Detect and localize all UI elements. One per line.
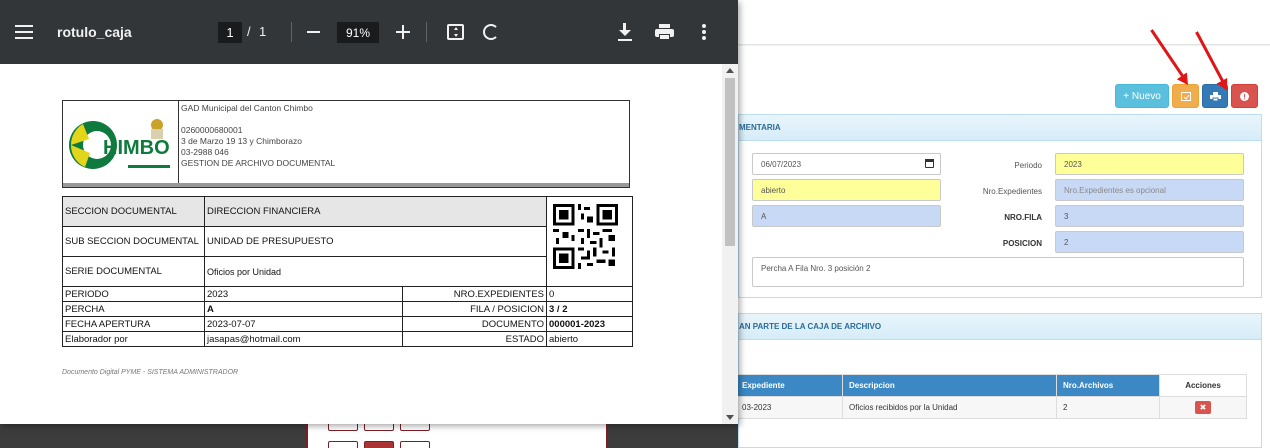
fecha-apertura-input[interactable]: 06/07/2023: [752, 153, 941, 175]
calendar-icon[interactable]: [925, 159, 934, 168]
document-footer: Documento Digital PYME - SISTEMA ADMINIS…: [62, 369, 239, 376]
scroll-up-icon[interactable]: [726, 68, 734, 73]
cell-descripcion: Oficios recibidos por la Unidad: [842, 396, 1057, 419]
periodo-label: Periodo: [1014, 161, 1042, 170]
col-expediente[interactable]: Expediente: [735, 374, 843, 397]
cell-archivos: 2: [1056, 396, 1160, 419]
table-header-row: Expediente Descripcion Nro.Archivos Acci…: [735, 374, 1247, 397]
posicion-field[interactable]: 2: [1055, 231, 1244, 253]
table-row: SECCION DOCUMENTAL DIRECCION FINANCIERA: [62, 196, 633, 287]
col-descripcion[interactable]: Descripcion: [842, 374, 1057, 397]
value-cell: Oficios por Unidad: [204, 256, 547, 287]
descripcion-textarea[interactable]: Percha A Fila Nro. 3 posición 2: [752, 257, 1244, 287]
cell-expediente: 03-2023: [735, 396, 843, 419]
background-document-preview: [0, 421, 738, 448]
col-nro-archivos[interactable]: Nro.Archivos: [1056, 374, 1160, 397]
new-button[interactable]: + Nuevo: [1115, 84, 1169, 108]
table-row: PERCHA A FILA / POSICION 3 / 2: [62, 301, 633, 317]
estado-field[interactable]: abierto: [752, 179, 941, 201]
expedientes-table: Expediente Descripcion Nro.Archivos Acci…: [735, 374, 1247, 419]
toolbar-divider: [291, 22, 292, 42]
download-icon[interactable]: [617, 23, 633, 41]
print-icon: [1209, 91, 1221, 101]
col-acciones: Acciones: [1159, 374, 1247, 397]
table-row: FECHA APERTURA 2023-07-07 DOCUMENTO 0000…: [62, 316, 633, 332]
scrollbar-thumb[interactable]: [725, 78, 735, 246]
save-button[interactable]: [1172, 84, 1199, 108]
save-icon: [1180, 91, 1191, 101]
organization-info: GAD Municipal del Canton Chimbo 02600006…: [181, 103, 336, 168]
scroll-down-icon[interactable]: [726, 415, 734, 420]
table-row: 03-2023 Oficios recibidos por la Unidad …: [735, 396, 1247, 419]
pdf-toolbar: rotulo_caja 1 / 1 91%: [0, 0, 738, 64]
toolbar-divider: [426, 22, 427, 42]
zoom-input[interactable]: 91%: [337, 22, 379, 43]
periodo-field[interactable]: 2023: [1055, 153, 1244, 175]
qr-code: [553, 204, 618, 269]
logo-text: HIMBO: [103, 137, 170, 159]
label-cell: SERIE DOCUMENTAL: [62, 256, 205, 287]
table-row: Elaborador por jasapas@hotmail.com ESTAD…: [62, 331, 633, 347]
menu-icon[interactable]: [15, 25, 33, 39]
document-title: rotulo_caja: [57, 24, 132, 40]
zoom-in-icon[interactable]: [396, 25, 410, 39]
rotate-icon[interactable]: [483, 24, 499, 40]
print-icon[interactable]: [655, 24, 674, 40]
label-cell: SUB SECCION DOCUMENTAL: [62, 226, 205, 257]
page-separator: /: [247, 24, 251, 39]
posicion-label: POSICION: [1002, 239, 1042, 248]
list-panel-title: AN PARTE DE LA CAJA DE ARCHIVO: [739, 314, 1261, 340]
scrollbar[interactable]: [722, 64, 738, 424]
alert-icon: [1240, 91, 1249, 101]
more-options-icon[interactable]: [702, 24, 706, 40]
page-total: 1: [259, 24, 267, 39]
document-header: HIMBO GAD Municipal del Canton Chimbo 02…: [62, 100, 630, 188]
pdf-viewer: rotulo_caja 1 / 1 91% HIMBO GAD Municipa…: [0, 0, 738, 424]
label-cell: SECCION DOCUMENTAL: [62, 196, 205, 227]
nro-fila-field[interactable]: 3: [1055, 205, 1244, 227]
pdf-page: HIMBO GAD Municipal del Canton Chimbo 02…: [0, 64, 722, 424]
nro-fila-label: NRO.FILA: [1004, 213, 1042, 222]
percha-field[interactable]: A: [752, 205, 941, 227]
help-button[interactable]: [1231, 84, 1258, 108]
chimbo-logo: HIMBO: [63, 101, 179, 187]
document-label-table: SECCION DOCUMENTAL DIRECCION FINANCIERA …: [62, 196, 633, 347]
value-cell: UNIDAD DE PRESUPUESTO: [204, 226, 547, 257]
value-cell: DIRECCION FINANCIERA: [204, 196, 547, 227]
form-panel-title: MENTARIA: [739, 115, 1261, 141]
app-topbar: [738, 0, 1270, 45]
zoom-out-icon[interactable]: [307, 31, 320, 33]
nro-expedientes-label: Nro.Expedientes: [982, 187, 1042, 196]
nro-expedientes-field[interactable]: Nro.Expedientes es opcional: [1055, 179, 1244, 201]
page-number-input[interactable]: 1: [218, 22, 242, 43]
delete-button[interactable]: ✖: [1195, 401, 1211, 414]
table-row: PERIODO 2023 NRO.EXPEDIENTES 0: [62, 286, 633, 302]
fit-page-icon[interactable]: [447, 24, 464, 40]
